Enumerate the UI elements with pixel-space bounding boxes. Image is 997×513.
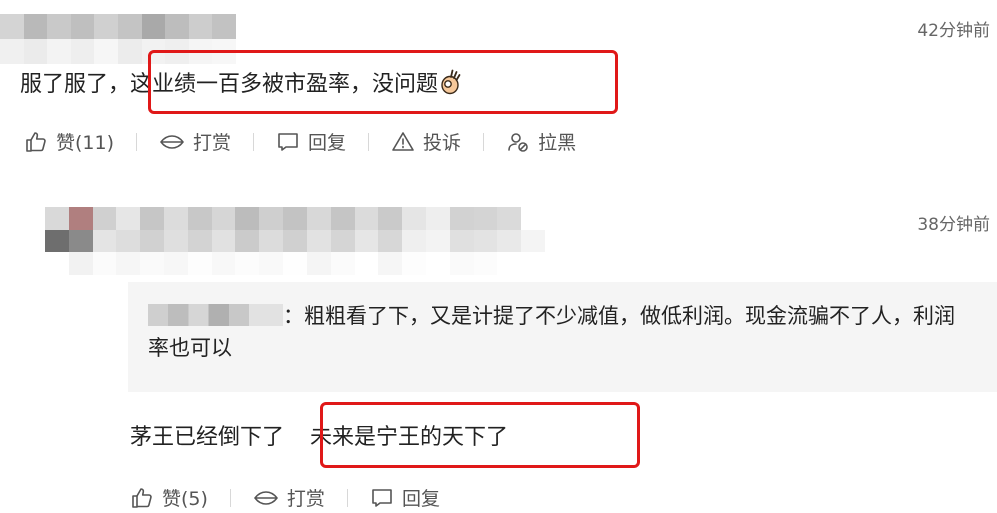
comment-time: 42分钟前 [917, 21, 990, 41]
reward-button[interactable]: 打赏 [159, 128, 231, 155]
divider [253, 132, 255, 151]
like-button[interactable]: 赞(5) [130, 484, 208, 511]
like-button[interactable]: 赞(11) [24, 128, 114, 155]
reward-label: 打赏 [193, 132, 232, 154]
quote-separator: ： [283, 304, 304, 328]
comment-actions: 赞(11) 打赏 回复 投诉 拉黑 [24, 128, 576, 155]
highlight-box [320, 402, 640, 468]
quoted-comment: ：粗粗看了下，又是计提了不少减值，做低利润。现金流骗不了人，利润率也可以 [128, 282, 997, 392]
report-label: 投诉 [423, 132, 462, 154]
blurred-username[interactable] [45, 207, 545, 275]
block-label: 拉黑 [538, 132, 577, 154]
report-button[interactable]: 投诉 [391, 128, 461, 155]
quote-text-block: ：粗粗看了下，又是计提了不少减值，做低利润。现金流骗不了人，利润率也可以 [148, 300, 968, 364]
chat-bubble-icon [278, 132, 298, 151]
reply-button[interactable]: 回复 [276, 128, 346, 155]
highlight-box [148, 50, 618, 114]
reply-actions: 赞(5) 打赏 回复 [130, 484, 440, 511]
reward-button[interactable]: 打赏 [253, 484, 325, 511]
comment-text-prefix: 服了服了， [20, 72, 131, 97]
gift-bowl-icon [254, 490, 278, 505]
divider [136, 132, 138, 151]
block-user-icon [508, 132, 528, 152]
comment-time: 38分钟前 [917, 215, 990, 235]
reply-text-prefix: 茅王已经倒下了 [130, 425, 285, 450]
blurred-quote-author[interactable] [148, 304, 283, 326]
gift-bowl-icon [160, 134, 184, 149]
like-label: 赞(5) [162, 488, 208, 510]
reply-button[interactable]: 回复 [370, 484, 440, 511]
reply-label: 回复 [401, 488, 440, 510]
divider [346, 488, 348, 507]
divider [229, 488, 231, 507]
like-label: 赞(11) [56, 132, 115, 154]
reward-label: 打赏 [286, 488, 325, 510]
thumbs-up-icon [26, 131, 46, 152]
comment-thread: 42分钟前 服了服了，这业绩一百多被市盈率，没问题 赞(11) 打赏 回复 投诉… [0, 0, 997, 513]
warning-icon [392, 131, 414, 151]
chat-bubble-icon [372, 488, 392, 507]
divider [368, 132, 370, 151]
divider [483, 132, 485, 151]
block-button[interactable]: 拉黑 [506, 128, 576, 155]
reply-label: 回复 [308, 132, 347, 154]
thumbs-up-icon [132, 487, 152, 508]
